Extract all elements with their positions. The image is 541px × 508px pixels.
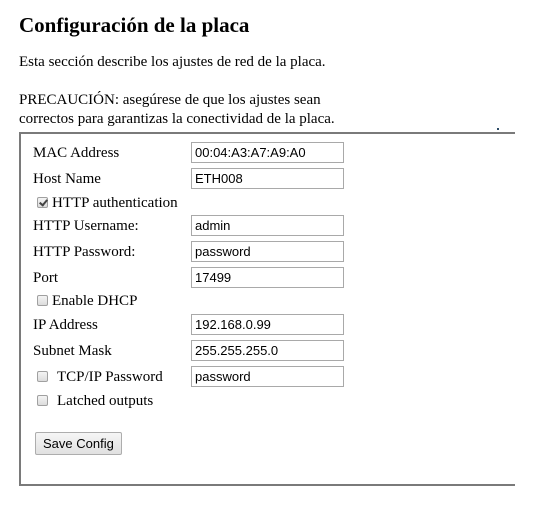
tcpip-password-option[interactable]: TCP/IP Password xyxy=(37,367,163,387)
latched-outputs-checkbox[interactable] xyxy=(37,395,48,406)
http-auth-option[interactable]: HTTP authentication xyxy=(37,193,178,213)
tcpip-password-input[interactable] xyxy=(191,366,344,387)
port-label: Port xyxy=(33,270,59,286)
http-password-label: HTTP Password: xyxy=(33,244,136,260)
host-name-input[interactable] xyxy=(191,168,344,189)
host-name-label: Host Name xyxy=(33,171,101,187)
mac-address-label: MAC Address xyxy=(33,145,120,161)
save-config-button[interactable]: Save Config xyxy=(35,432,122,455)
tcpip-password-checkbox[interactable] xyxy=(37,371,48,382)
latched-outputs-option[interactable]: Latched outputs xyxy=(37,391,153,411)
ip-address-label: IP Address xyxy=(33,317,98,333)
enable-dhcp-option[interactable]: Enable DHCP xyxy=(37,291,137,311)
http-password-input[interactable] xyxy=(191,241,344,262)
mac-address-input[interactable] xyxy=(191,142,344,163)
form-viewport: MAC Address Host Name HTTP authenticatio… xyxy=(0,0,515,508)
enable-dhcp-label: Enable DHCP xyxy=(52,293,138,309)
http-username-input[interactable] xyxy=(191,215,344,236)
subnet-mask-input[interactable] xyxy=(191,340,344,361)
latched-outputs-label: Latched outputs xyxy=(57,393,154,409)
port-input[interactable] xyxy=(191,267,344,288)
http-auth-label: HTTP authentication xyxy=(52,195,178,211)
tcpip-password-label: TCP/IP Password xyxy=(57,369,163,385)
enable-dhcp-checkbox[interactable] xyxy=(37,295,48,306)
http-auth-checkbox[interactable] xyxy=(37,197,48,208)
subnet-mask-label: Subnet Mask xyxy=(33,343,112,359)
ip-address-input[interactable] xyxy=(191,314,344,335)
http-username-label: HTTP Username: xyxy=(33,218,139,234)
